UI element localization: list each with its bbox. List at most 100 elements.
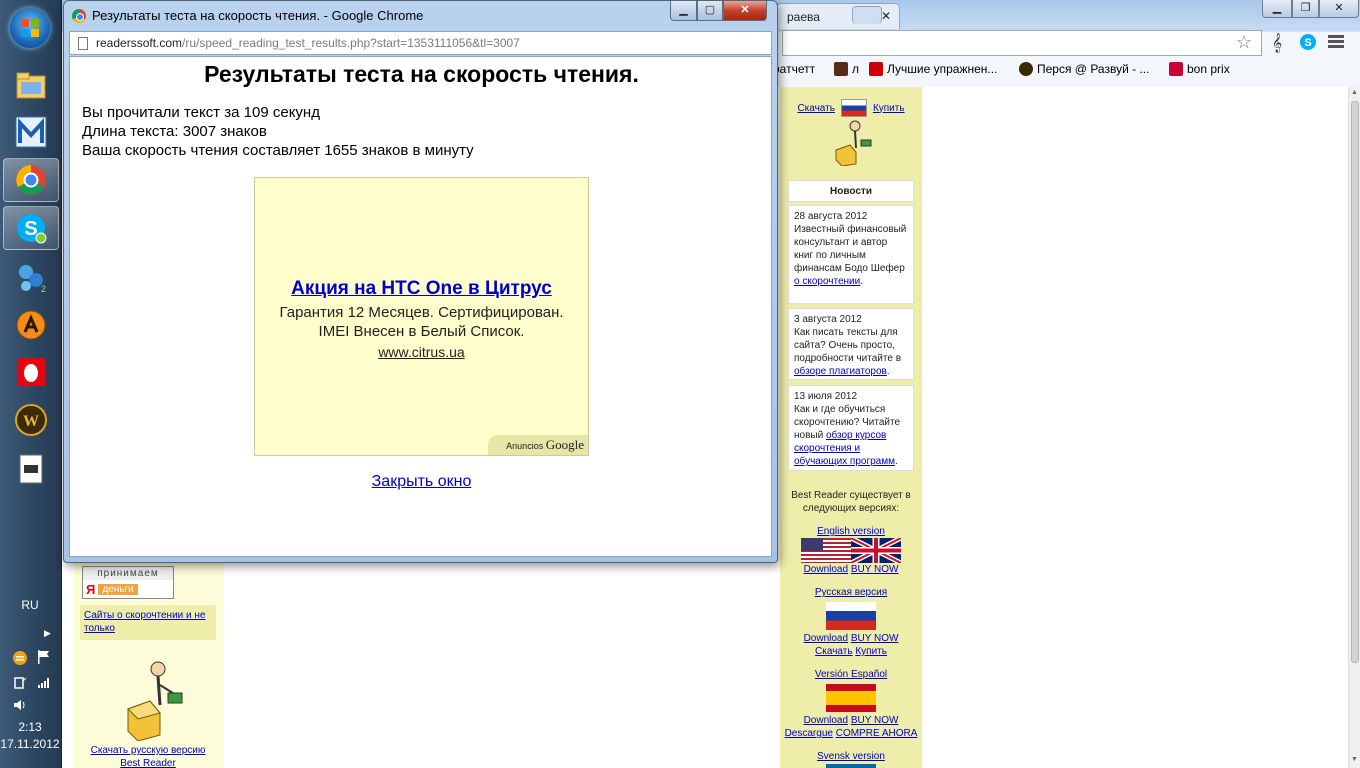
download-russian-link[interactable]: Скачать русскую версию bbox=[80, 744, 216, 757]
sweden-flag-icon bbox=[826, 764, 876, 768]
russian-version-link[interactable]: Русская версия bbox=[784, 586, 918, 599]
swedish-version-label: Svensk version bbox=[817, 751, 885, 762]
tab-close-icon[interactable]: ✕ bbox=[881, 9, 891, 23]
aimp-icon[interactable] bbox=[11, 305, 51, 345]
m-app-icon[interactable] bbox=[11, 112, 51, 152]
reader-character-small-icon bbox=[835, 120, 872, 166]
new-tab-button[interactable] bbox=[852, 6, 882, 24]
news-item: 13 июля 2012 Как и где обучиться скорочт… bbox=[788, 385, 914, 471]
news-date: 13 июля 2012 bbox=[794, 391, 858, 402]
spanish-actions-es: Descargue COMPRE AHORA bbox=[784, 727, 918, 740]
page-scrollbar[interactable]: ▲ ▼ bbox=[1348, 87, 1360, 768]
english-actions: Download BUY NOW bbox=[784, 563, 918, 576]
popup-minimize-button[interactable]: ▁ bbox=[670, 1, 697, 21]
bookmark-star-icon[interactable]: ☆ bbox=[1236, 32, 1252, 53]
music-extension-icon[interactable]: 𝄞 bbox=[1272, 33, 1282, 53]
chrome-menu-icon[interactable] bbox=[1328, 33, 1344, 49]
adchoices-badge[interactable]: Anuncios Google bbox=[488, 435, 588, 455]
news-date: 28 августа 2012 bbox=[794, 211, 868, 222]
action-center-flag-icon[interactable] bbox=[36, 649, 52, 668]
popup-url-bar[interactable]: readerssoft.com/ru/speed_reading_test_re… bbox=[69, 31, 772, 55]
spanish-compre-link[interactable]: COMPRE AHORA bbox=[836, 728, 918, 739]
news-link[interactable]: о скорочтении bbox=[794, 276, 860, 287]
bookmark-item[interactable]: л bbox=[834, 62, 859, 76]
warcraft-bookmark-icon bbox=[1019, 62, 1033, 76]
spanish-descargue-link[interactable]: Descargue bbox=[785, 728, 833, 739]
buy-link[interactable]: Купить bbox=[873, 102, 905, 115]
russian-download-link[interactable]: Download bbox=[804, 633, 848, 644]
skype-extension-icon[interactable]: S bbox=[1299, 33, 1317, 56]
russian-buy-link[interactable]: BUY NOW bbox=[851, 633, 899, 644]
news-header: Новости bbox=[788, 180, 914, 202]
best-reader-link[interactable]: Best Reader bbox=[80, 757, 216, 768]
show-hidden-icons-arrow[interactable]: ▶ bbox=[44, 628, 51, 639]
yandex-money-badge[interactable]: принимаем Я деньги bbox=[82, 566, 174, 599]
bookmark-item[interactable]: ратчетт bbox=[773, 62, 815, 76]
main-close-button[interactable]: ✕ bbox=[1319, 0, 1359, 18]
bookmark-item[interactable]: Перся @ Развуй - ... bbox=[1019, 62, 1149, 76]
bookmark-item[interactable]: bon prix bbox=[1169, 62, 1230, 76]
warcraft-icon[interactable]: W bbox=[11, 400, 51, 440]
mts-icon[interactable] bbox=[11, 352, 51, 392]
spanish-download-link[interactable]: Download bbox=[804, 715, 848, 726]
russian-actions: Download BUY NOW bbox=[784, 632, 918, 645]
start-button[interactable] bbox=[10, 8, 50, 48]
english-version-label: English version bbox=[817, 526, 885, 537]
main-minimize-button[interactable]: ▁ bbox=[1262, 0, 1292, 18]
spanish-buy-link[interactable]: BUY NOW bbox=[851, 715, 899, 726]
document-icon[interactable] bbox=[11, 449, 51, 489]
volume-icon[interactable] bbox=[12, 697, 28, 716]
ad-title-link[interactable]: Акция на HTC One в Цитрус bbox=[255, 278, 588, 300]
russian-version-label: Русская версия bbox=[814, 587, 888, 598]
youtube-icon bbox=[869, 62, 883, 76]
bookmark-label: Перся @ Развуй - ... bbox=[1037, 62, 1150, 76]
popup-maximize-button[interactable]: ▢ bbox=[697, 1, 723, 21]
yandex-logo-icon: Я bbox=[86, 581, 96, 597]
scrollbar-thumb[interactable] bbox=[1351, 101, 1359, 663]
result-time: Вы прочитали текст за 109 секунд bbox=[82, 104, 320, 121]
bookmark-item[interactable]: Лучшие упражнен... bbox=[869, 62, 997, 76]
spanish-version-label: Versión Español bbox=[814, 669, 888, 680]
svg-text:S: S bbox=[1304, 37, 1311, 49]
scroll-up-icon[interactable]: ▲ bbox=[1351, 89, 1358, 96]
tray-orange-icon[interactable] bbox=[12, 650, 28, 669]
popup-content: Результаты теста на скорость чтения. Вы … bbox=[69, 56, 772, 557]
google-ad-box[interactable]: Акция на HTC One в Цитрус Гарантия 12 Ме… bbox=[254, 177, 589, 456]
main-maximize-button[interactable]: ❐ bbox=[1292, 0, 1319, 18]
download-link[interactable]: Скачать bbox=[797, 102, 835, 115]
page-document-icon bbox=[78, 37, 88, 50]
taskbar: S 2 W RU ▶ 2:13 17.11.2012 bbox=[0, 0, 62, 768]
scroll-down-icon[interactable]: ▼ bbox=[1351, 756, 1358, 763]
network-signal-icon[interactable] bbox=[36, 674, 52, 693]
close-window-link[interactable]: Закрыть окно bbox=[70, 473, 771, 491]
english-version-link[interactable]: English version bbox=[784, 525, 918, 538]
tab-title: раева bbox=[787, 10, 820, 24]
news-text: Известный финансовый консультант и автор… bbox=[794, 224, 907, 274]
file-manager-icon[interactable] bbox=[11, 66, 51, 106]
power-icon[interactable] bbox=[12, 674, 28, 693]
russian-kupit-link[interactable]: Купить bbox=[855, 646, 887, 657]
skype-icon[interactable]: S bbox=[3, 206, 59, 250]
result-length: Длина текста: 3007 знаков bbox=[82, 123, 267, 140]
uk-flag-icon bbox=[851, 538, 901, 563]
ad-text-line: Гарантия 12 Месяцев. Сертифицирован. bbox=[279, 304, 564, 321]
address-bar[interactable] bbox=[782, 30, 1262, 56]
bonprix-icon bbox=[1169, 62, 1183, 76]
clock[interactable]: 2:13 17.11.2012 bbox=[0, 719, 60, 753]
molecule-app-icon[interactable]: 2 bbox=[11, 257, 51, 297]
news-item: 3 августа 2012 Как писать тексты для сай… bbox=[788, 308, 914, 380]
ad-url-link[interactable]: www.citrus.ua bbox=[255, 344, 588, 360]
chrome-icon[interactable] bbox=[3, 158, 59, 202]
news-link[interactable]: обзоре плагиаторов bbox=[794, 366, 887, 377]
spain-flag-icon bbox=[826, 684, 876, 712]
feather-icon bbox=[834, 62, 848, 76]
spanish-version-link[interactable]: Versión Español bbox=[784, 668, 918, 681]
popup-close-button[interactable]: ✕ bbox=[723, 1, 767, 21]
english-buy-link[interactable]: BUY NOW bbox=[851, 564, 899, 575]
swedish-version-link[interactable]: Svensk version bbox=[784, 750, 918, 763]
language-indicator[interactable]: RU bbox=[0, 598, 60, 612]
russian-skachat-link[interactable]: Скачать bbox=[815, 646, 853, 657]
english-download-link[interactable]: Download bbox=[804, 564, 848, 575]
speed-reading-sites-link[interactable]: Сайты о скорочтении и не только bbox=[80, 605, 216, 640]
bookmark-label: Лучшие упражнен... bbox=[887, 62, 998, 76]
